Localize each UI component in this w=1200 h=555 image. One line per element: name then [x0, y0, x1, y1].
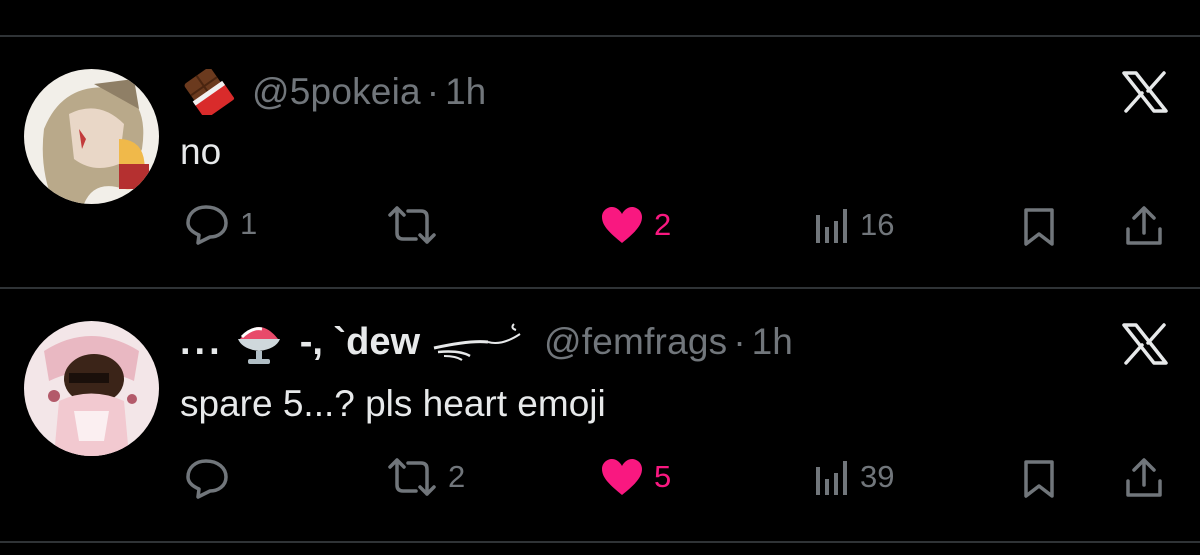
author-handle[interactable]: @femfrags — [544, 321, 727, 363]
retweet-button[interactable] — [386, 205, 448, 245]
tweet-2[interactable]: ... -, ` dew @femfrags · 1h spare 5...? … — [0, 289, 1200, 539]
display-name-prefix[interactable]: ... — [180, 321, 224, 364]
views-chart-icon — [814, 459, 850, 495]
tweet-text: spare 5...? pls heart emoji — [180, 383, 606, 424]
tweet-header: ... -, ` dew @femfrags · 1h — [180, 317, 793, 367]
author-handle[interactable]: @5pokeia — [252, 71, 421, 113]
tweet-header: @5pokeia · 1h — [180, 67, 486, 117]
separator-dot: · — [426, 71, 440, 112]
bookmark-button[interactable] — [1022, 207, 1056, 247]
retweet-icon — [386, 457, 438, 497]
heart-filled-icon — [600, 205, 644, 245]
like-count: 5 — [654, 459, 672, 494]
bookmark-icon — [1022, 207, 1056, 247]
separator-dot: · — [733, 321, 746, 362]
like-button[interactable]: 5 — [600, 457, 671, 497]
shaved-ice-icon — [232, 317, 286, 367]
retweet-button[interactable]: 2 — [386, 457, 465, 497]
retweet-icon — [386, 205, 438, 245]
bottom-divider — [0, 541, 1200, 543]
x-logo-icon[interactable] — [1120, 71, 1170, 113]
share-icon — [1124, 205, 1164, 247]
chocolate-bar-icon — [180, 69, 236, 115]
like-button[interactable]: 2 — [600, 205, 671, 245]
reply-count: 1 — [240, 206, 258, 241]
retweet-count: 2 — [448, 459, 466, 494]
wind-swirl-icon — [430, 322, 526, 362]
timestamp[interactable]: 1h — [752, 321, 793, 363]
avatar[interactable] — [24, 321, 159, 456]
reply-button[interactable] — [184, 457, 240, 499]
share-button[interactable] — [1124, 205, 1164, 247]
heart-filled-icon — [600, 457, 644, 497]
reply-button[interactable]: 1 — [184, 203, 257, 245]
timestamp[interactable]: 1h — [445, 71, 486, 113]
share-button[interactable] — [1124, 457, 1164, 499]
avatar[interactable] — [24, 69, 159, 204]
views-count: 16 — [860, 207, 895, 242]
display-name-middle[interactable]: -, ` — [300, 321, 346, 364]
display-name[interactable]: dew — [346, 321, 420, 364]
reply-icon — [184, 457, 230, 499]
like-count: 2 — [654, 207, 672, 242]
bookmark-button[interactable] — [1022, 459, 1056, 499]
x-logo-icon[interactable] — [1120, 323, 1170, 365]
share-icon — [1124, 457, 1164, 499]
views-button[interactable]: 16 — [814, 207, 894, 243]
tweet-1[interactable]: @5pokeia · 1h no 1 2 16 — [0, 37, 1200, 287]
tweet-text: no — [180, 131, 222, 172]
views-count: 39 — [860, 459, 895, 494]
views-chart-icon — [814, 207, 850, 243]
bookmark-icon — [1022, 459, 1056, 499]
reply-icon — [184, 203, 230, 245]
views-button[interactable]: 39 — [814, 459, 894, 495]
